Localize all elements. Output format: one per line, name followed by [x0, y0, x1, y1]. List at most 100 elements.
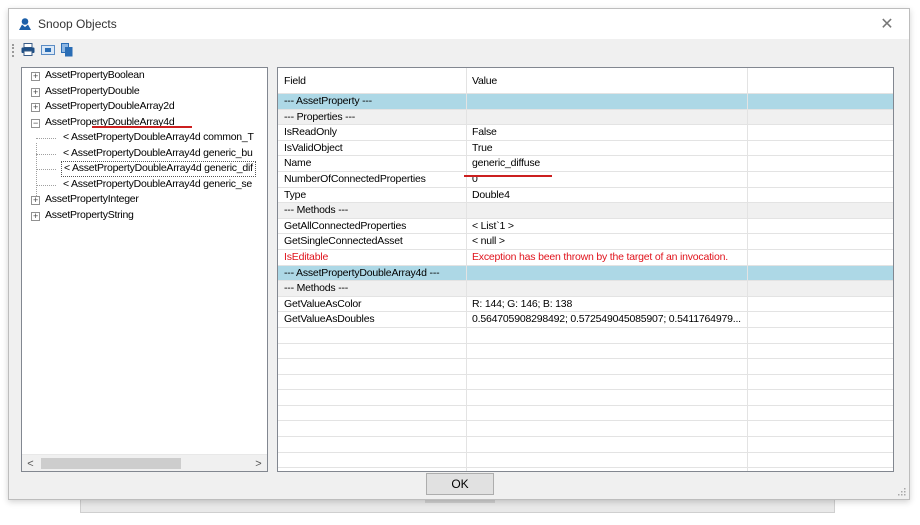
table-row-empty [278, 421, 893, 438]
table-row[interactable]: IsReadOnly False [278, 125, 893, 141]
table-row-section[interactable]: --- AssetProperty --- [278, 94, 893, 110]
table-row[interactable]: GetSingleConnectedAsset < null > [278, 234, 893, 250]
collapse-icon[interactable]: − [31, 118, 40, 128]
table-row[interactable]: IsValidObject True [278, 140, 893, 157]
scroll-left-button[interactable]: < [22, 455, 39, 471]
tree-child-item[interactable]: < AssetPropertyDoubleArray4d generic_se [22, 177, 267, 193]
print-button[interactable] [20, 43, 36, 59]
table-row[interactable]: GetAllConnectedProperties < List`1 > [278, 218, 893, 235]
tree-item-label[interactable]: AssetPropertyBoolean [45, 68, 145, 84]
expand-icon[interactable]: + [31, 211, 40, 221]
table-row-error[interactable]: IsEditable Exception has been thrown by … [278, 249, 893, 266]
column-header-empty [748, 68, 893, 93]
table-row-subsection[interactable]: --- Properties --- [278, 109, 893, 126]
empty-cell [748, 266, 893, 281]
field-cell: IsValidObject [278, 140, 467, 156]
expand-icon[interactable]: + [31, 196, 40, 205]
tree-item-label[interactable]: < AssetPropertyDoubleArray4d generic_dif [61, 161, 256, 177]
empty-cell [748, 125, 893, 140]
scrollbar-thumb[interactable] [41, 458, 181, 469]
scroll-right-button[interactable]: > [250, 455, 267, 471]
annotation-underline [92, 126, 192, 128]
value-cell: R: 144; G: 146; B: 138 [467, 296, 748, 312]
copy-button[interactable] [59, 42, 75, 59]
resize-grip-icon[interactable] [896, 486, 906, 496]
value-cell: < List`1 > [467, 218, 748, 234]
table-row-section[interactable]: --- AssetPropertyDoubleArray4d --- [278, 265, 893, 282]
table-row[interactable]: GetValueAsDoubles 0.564705908298492; 0.5… [278, 312, 893, 328]
field-cell: IsReadOnly [278, 125, 467, 140]
toolbar-grip[interactable] [12, 44, 14, 57]
tree-connector [36, 169, 56, 170]
field-cell: --- AssetProperty --- [278, 94, 467, 109]
table-row-empty [278, 390, 893, 406]
ok-button[interactable]: OK [426, 473, 494, 495]
value-cell: Exception has been thrown by the target … [467, 249, 748, 265]
table-row[interactable]: Name generic_diffuse [278, 156, 893, 172]
field-cell: Type [278, 187, 467, 203]
empty-cell [748, 297, 893, 312]
tree-item-label[interactable]: AssetPropertyString [45, 208, 134, 224]
empty-cell [748, 172, 893, 187]
empty-cell [748, 94, 893, 109]
expand-icon[interactable]: + [31, 87, 40, 97]
column-header-field[interactable]: Field [278, 68, 467, 93]
table-row-empty [278, 359, 893, 375]
value-cell: < null > [467, 234, 748, 249]
table-row[interactable]: NumberOfConnectedProperties 0 [278, 171, 893, 188]
tree-connector [36, 184, 56, 186]
value-cell [467, 109, 748, 125]
close-button[interactable]: ✕ [865, 9, 909, 39]
tree-child-item[interactable]: < AssetPropertyDoubleArray4d generic_bu [22, 146, 267, 162]
tree-item-label[interactable]: < AssetPropertyDoubleArray4d generic_se [61, 177, 254, 193]
value-cell: True [467, 140, 748, 156]
horizontal-scrollbar[interactable]: < > [22, 454, 267, 471]
table-row-empty [278, 327, 893, 344]
object-tree-panel[interactable]: + AssetPropertyBoolean + AssetPropertyDo… [21, 67, 268, 472]
empty-cell [748, 141, 893, 156]
chevron-right-icon: > [255, 457, 262, 470]
table-row[interactable]: Type Double4 [278, 187, 893, 204]
expand-icon[interactable]: + [31, 72, 40, 81]
tree-item[interactable]: + AssetPropertyString [22, 208, 267, 224]
snoop-objects-dialog: Snoop Objects ✕ + AssetPropertyBoolean +… [8, 8, 910, 500]
table-row-subsection[interactable]: --- Methods --- [278, 281, 893, 297]
tree-connector [36, 138, 56, 139]
expand-icon[interactable]: + [31, 103, 40, 112]
object-tree[interactable]: + AssetPropertyBoolean + AssetPropertyDo… [22, 68, 267, 454]
empty-cell [748, 234, 893, 249]
title-bar: Snoop Objects ✕ [9, 9, 909, 39]
tree-item-label[interactable]: AssetPropertyDouble [45, 84, 140, 100]
value-cell: 0.564705908298492; 0.572549045085907; 0.… [467, 312, 748, 327]
empty-cell [748, 203, 893, 218]
tree-child-item[interactable]: < AssetPropertyDoubleArray4d common_T [22, 130, 267, 146]
field-cell: Name [278, 156, 467, 171]
field-cell: GetSingleConnectedAsset [278, 234, 467, 249]
table-row[interactable]: GetValueAsColor R: 144; G: 146; B: 138 [278, 296, 893, 313]
field-cell: GetValueAsDoubles [278, 312, 467, 327]
field-cell: GetValueAsColor [278, 296, 467, 312]
tree-item[interactable]: + AssetPropertyDouble [22, 84, 267, 100]
table-row-empty [278, 468, 893, 471]
table-row-empty [278, 452, 893, 469]
column-header-value[interactable]: Value [467, 68, 748, 93]
value-cell [467, 281, 748, 296]
tree-item-label[interactable]: < AssetPropertyDoubleArray4d common_T [61, 130, 256, 146]
property-grid-panel[interactable]: Field Value --- AssetProperty --- --- Pr… [277, 67, 894, 472]
toolbar [9, 40, 909, 62]
empty-cell [748, 156, 893, 171]
empty-cell [748, 312, 893, 327]
value-cell [467, 203, 748, 218]
empty-cell [748, 281, 893, 296]
tree-item[interactable]: + AssetPropertyInteger [22, 192, 267, 208]
snoop-selection-button[interactable] [40, 43, 56, 59]
tree-item-label[interactable]: AssetPropertyInteger [45, 192, 139, 208]
table-row-subsection[interactable]: --- Methods --- [278, 203, 893, 219]
tree-item[interactable]: + AssetPropertyBoolean [22, 68, 267, 84]
tree-item-label[interactable]: < AssetPropertyDoubleArray4d generic_bu [61, 146, 255, 162]
tree-child-item-selected[interactable]: < AssetPropertyDoubleArray4d generic_dif [22, 161, 267, 177]
tree-item-label[interactable]: AssetPropertyDoubleArray2d [45, 99, 175, 115]
value-cell [467, 94, 748, 109]
value-cell: False [467, 125, 748, 140]
tree-item[interactable]: + AssetPropertyDoubleArray2d [22, 99, 267, 115]
